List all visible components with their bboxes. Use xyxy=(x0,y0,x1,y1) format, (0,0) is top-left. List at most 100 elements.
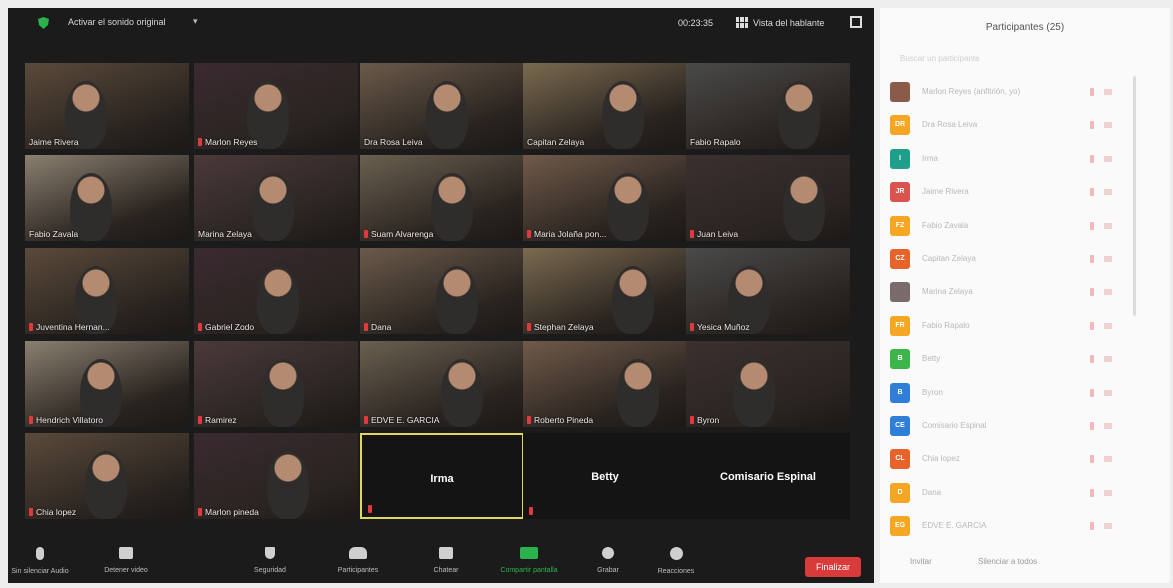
participant-video-tile[interactable]: EDVE E. GARCIA xyxy=(360,341,524,427)
participant-video-tile[interactable]: Hendrich Villatoro xyxy=(25,341,189,427)
participant-list-item[interactable]: CL Chia lopez xyxy=(890,443,1160,476)
participant-video-tile[interactable]: Maria Jolaña pon... xyxy=(523,155,687,241)
participant-list-name: Chia lopez xyxy=(922,454,960,464)
fullscreen-icon[interactable] xyxy=(850,16,862,28)
participant-list-name: Marina Zelaya xyxy=(922,287,973,297)
microphone-icon xyxy=(36,547,44,560)
participant-video-tile[interactable]: Capitan Zelaya xyxy=(523,63,687,149)
security-button[interactable]: Seguridad xyxy=(240,547,300,574)
participant-name-label: Byron xyxy=(690,415,719,425)
participant-list-item[interactable]: B Byron xyxy=(890,377,1160,410)
participant-video-tile[interactable]: Betty xyxy=(523,433,687,519)
avatar xyxy=(890,282,910,303)
person-silhouette xyxy=(436,266,478,334)
zoom-meeting-window: Activar el sonido original ▾ 00:23:35 Vi… xyxy=(8,8,874,583)
muted-microphone-icon xyxy=(1090,121,1094,130)
original-sound-toggle[interactable]: Activar el sonido original xyxy=(68,17,166,27)
participant-name-label: EDVE E. GARCIA xyxy=(364,415,440,425)
participant-video-tile[interactable]: Irma xyxy=(360,433,524,519)
participant-list-item[interactable]: FZ Fabio Zavala xyxy=(890,210,1160,243)
shield-icon[interactable] xyxy=(38,17,49,29)
participant-list-item[interactable]: EG EDVE E. GARCIA xyxy=(890,510,1160,543)
view-mode-button[interactable]: Vista del hablante xyxy=(753,18,824,28)
participant-list-name: EDVE E. GARCIA xyxy=(922,521,987,531)
muted-microphone-icon xyxy=(368,505,372,513)
participant-name-label: Dana xyxy=(364,322,391,332)
muted-microphone-icon xyxy=(527,323,531,331)
participant-video-tile[interactable]: Marina Zelaya xyxy=(194,155,358,241)
participant-video-tile[interactable]: Stephan Zelaya xyxy=(523,248,687,334)
video-camera-icon xyxy=(1104,422,1112,429)
invite-button[interactable]: Invitar xyxy=(910,557,932,566)
participant-name: Suam Alvarenga xyxy=(371,229,434,239)
participant-video-tile[interactable]: Juan Leiva xyxy=(686,155,850,241)
avatar: CL xyxy=(890,449,910,470)
participant-list-name: Jaime Rivera xyxy=(922,187,969,197)
muted-microphone-icon xyxy=(364,230,368,238)
participant-list-item[interactable]: CZ Capitan Zelaya xyxy=(890,243,1160,276)
participant-name: Fabio Rapalo xyxy=(690,137,741,147)
avatar: B xyxy=(890,382,910,403)
person-silhouette xyxy=(267,451,309,519)
participant-video-tile[interactable]: Jaime Rivera xyxy=(25,63,189,149)
participant-list-item[interactable]: I Irma xyxy=(890,143,1160,176)
end-meeting-button[interactable]: Finalizar xyxy=(805,557,861,577)
participant-search-input[interactable]: Buscar un participante xyxy=(900,54,980,63)
avatar: CZ xyxy=(890,248,910,269)
muted-microphone-icon xyxy=(690,416,694,424)
muted-microphone-icon xyxy=(1090,355,1094,364)
scrollbar[interactable] xyxy=(1133,76,1136,316)
participant-video-tile[interactable]: Chia lopez xyxy=(25,433,189,519)
participant-video-tile[interactable]: Yesica Muñoz xyxy=(686,248,850,334)
muted-microphone-icon xyxy=(1090,254,1094,263)
participant-name: Marlon pineda xyxy=(205,507,259,517)
participant-video-tile[interactable]: Comisario Espinal xyxy=(686,433,850,519)
participant-video-tile[interactable]: Marlon pineda xyxy=(194,433,358,519)
participant-video-tile[interactable]: Fabio Zavala xyxy=(25,155,189,241)
person-silhouette xyxy=(778,81,820,149)
muted-microphone-icon xyxy=(690,230,694,238)
mute-all-button[interactable]: Silenciar a todos xyxy=(978,557,1037,566)
participant-video-tile[interactable]: Dra Rosa Leiva xyxy=(360,63,524,149)
person-silhouette xyxy=(617,359,659,427)
grid-icon[interactable] xyxy=(736,17,748,28)
participant-list-item[interactable]: FR Fabio Rapalo xyxy=(890,310,1160,343)
participant-list-item[interactable]: D Dana xyxy=(890,477,1160,510)
participant-video-tile[interactable]: Fabio Rapalo xyxy=(686,63,850,149)
muted-microphone-icon xyxy=(1090,321,1094,330)
participant-list-item[interactable]: DR Dra Rosa Leiva xyxy=(890,109,1160,142)
participant-video-tile[interactable]: Byron xyxy=(686,341,850,427)
participant-video-tile[interactable]: Juventina Hernan... xyxy=(25,248,189,334)
avatar: JR xyxy=(890,182,910,203)
stop-video-button[interactable]: Detener video xyxy=(96,547,156,574)
participant-video-tile[interactable]: Ramirez xyxy=(194,341,358,427)
participant-list-name: Capitan Zelaya xyxy=(922,253,976,263)
muted-microphone-icon xyxy=(364,323,368,331)
video-camera-icon xyxy=(1104,289,1112,296)
participant-name: Juan Leiva xyxy=(697,229,739,239)
participants-button[interactable]: Participantes xyxy=(328,547,388,574)
participant-video-tile[interactable]: Marlon Reyes xyxy=(194,63,358,149)
audio-button[interactable]: Sin silenciar Audio xyxy=(10,547,70,575)
reactions-button[interactable]: Reacciones xyxy=(646,547,706,575)
muted-microphone-icon xyxy=(198,323,202,331)
participant-video-tile[interactable]: Suam Alvarenga xyxy=(360,155,524,241)
record-button[interactable]: Grabar xyxy=(578,547,638,574)
participant-video-tile[interactable]: Gabriel Zodo xyxy=(194,248,358,334)
participant-video-tile[interactable]: Roberto Pineda xyxy=(523,341,687,427)
share-screen-button[interactable]: Compartir pantalla xyxy=(494,547,564,574)
participant-list-item[interactable]: Marlon Reyes (anfitrión, yo) xyxy=(890,76,1160,109)
participants-title: Participantes (25) xyxy=(985,22,1065,33)
participant-list-item[interactable]: JR Jaime Rivera xyxy=(890,176,1160,209)
participants-icon xyxy=(349,547,367,559)
participant-name: Comisario Espinal xyxy=(720,471,816,483)
participant-list-item[interactable]: B Betty xyxy=(890,343,1160,376)
participant-list-item[interactable]: CE Comisario Espinal xyxy=(890,410,1160,443)
video-camera-icon xyxy=(1104,89,1112,95)
participant-list-item[interactable]: Marina Zelaya xyxy=(890,276,1160,309)
participant-name-label: Suam Alvarenga xyxy=(364,229,433,239)
chevron-down-icon[interactable]: ▾ xyxy=(193,16,198,27)
participant-video-tile[interactable]: Dana xyxy=(360,248,524,334)
avatar: FZ xyxy=(890,215,910,236)
chat-button[interactable]: Chatear xyxy=(416,547,476,574)
